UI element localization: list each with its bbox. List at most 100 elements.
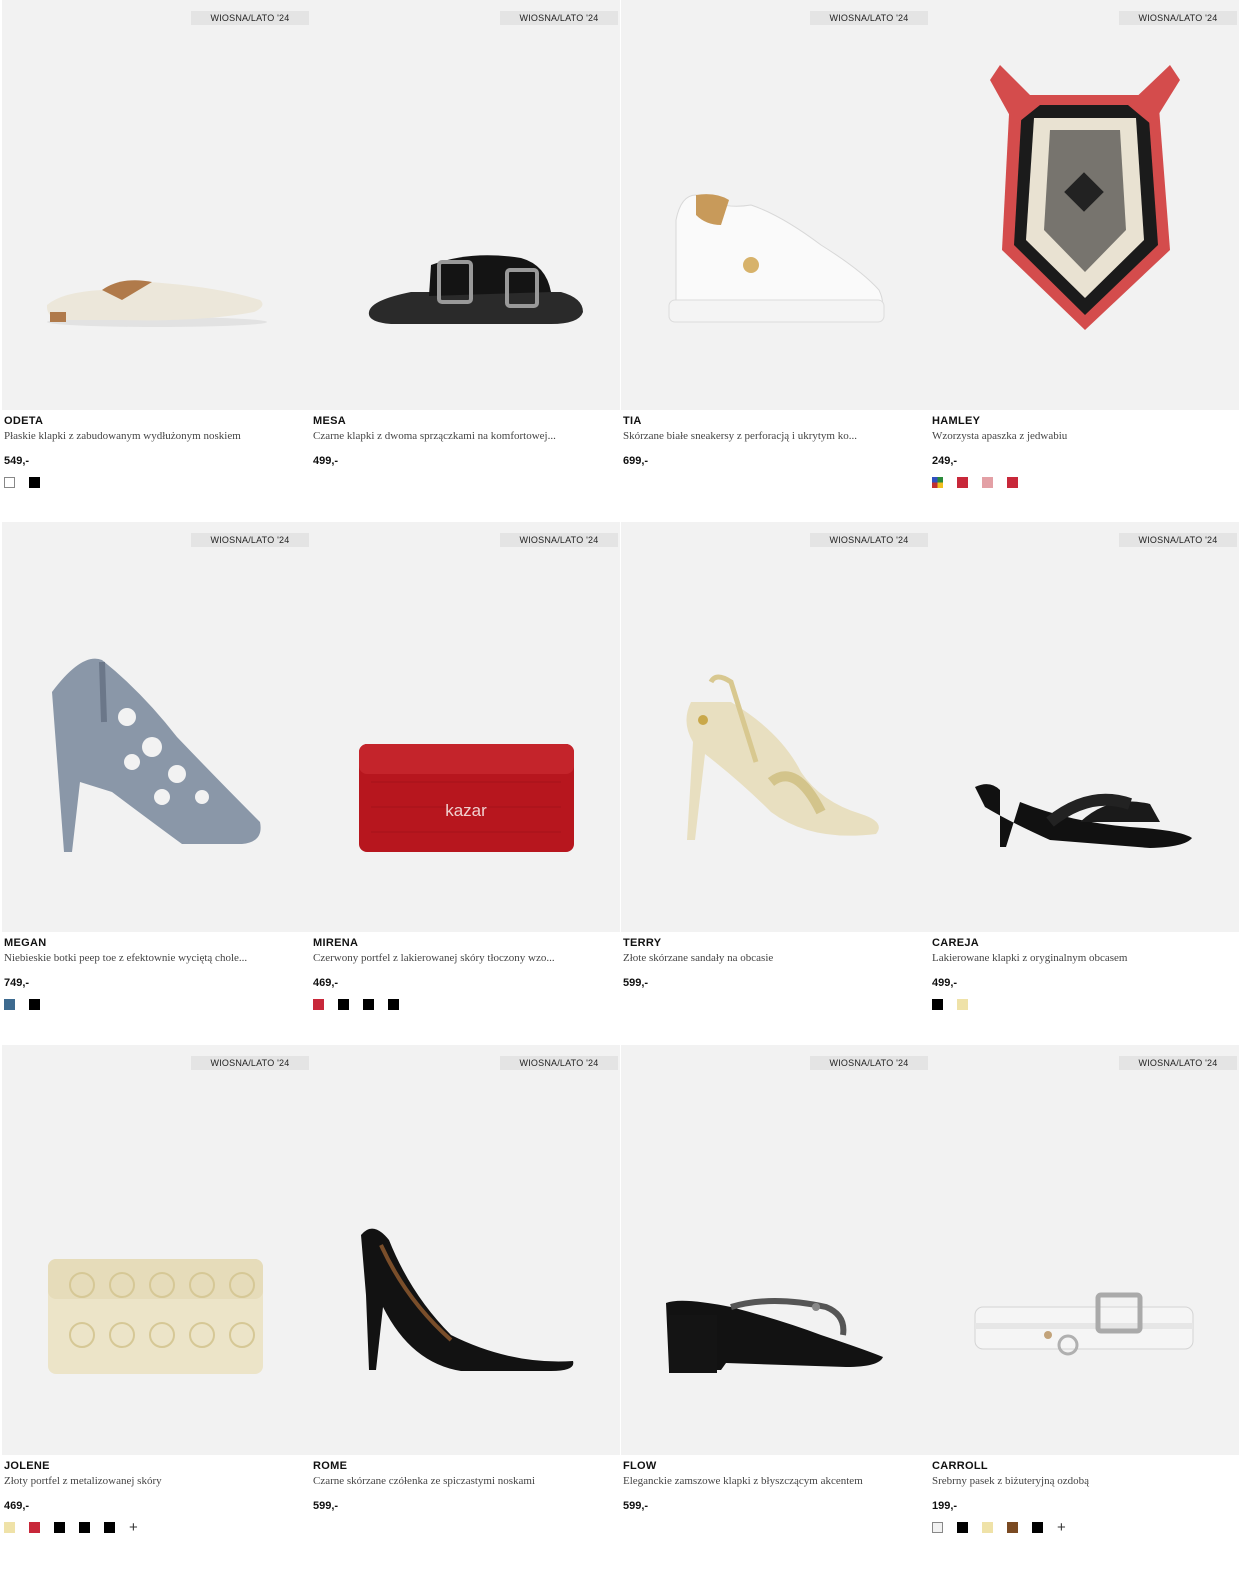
color-swatch[interactable] xyxy=(104,1522,115,1533)
product-image[interactable]: WIOSNA/LATO '24 xyxy=(621,1045,930,1455)
gold-wallet-icon xyxy=(2,1045,311,1455)
product-price: 469,- xyxy=(4,1500,30,1512)
product-name[interactable]: FLOW xyxy=(623,1460,657,1472)
product-name[interactable]: CAREJA xyxy=(932,937,979,949)
product-description[interactable]: Czarne klapki z dwoma sprzączkami na kom… xyxy=(313,430,609,442)
season-badge: WIOSNA/LATO '24 xyxy=(500,533,618,547)
product-description[interactable]: Czarne skórzane czółenka ze spiczastymi … xyxy=(313,1475,609,1487)
product-image[interactable]: WIOSNA/LATO '24 xyxy=(930,1045,1239,1455)
product-image[interactable]: WIOSNA/LATO '24 xyxy=(930,0,1239,410)
season-badge: WIOSNA/LATO '24 xyxy=(500,1056,618,1070)
product-image[interactable]: WIOSNA/LATO '24 xyxy=(311,1045,620,1455)
flat-mule-cream-icon xyxy=(2,0,311,410)
color-swatches xyxy=(932,477,1018,488)
product-image[interactable]: WIOSNA/LATO '24 xyxy=(2,0,311,410)
season-badge: WIOSNA/LATO '24 xyxy=(500,11,618,25)
color-swatch[interactable] xyxy=(1032,1522,1043,1533)
season-badge: WIOSNA/LATO '24 xyxy=(1119,11,1237,25)
color-swatch[interactable] xyxy=(29,1522,40,1533)
red-croc-wallet-icon: kazar xyxy=(311,522,620,932)
product-name[interactable]: MESA xyxy=(313,415,346,427)
color-swatch[interactable] xyxy=(957,1522,968,1533)
color-swatch[interactable] xyxy=(29,999,40,1010)
product-image[interactable]: WIOSNA/LATO '24 xyxy=(2,1045,311,1455)
black-double-buckle-slide-icon xyxy=(311,0,620,410)
product-description[interactable]: Złote skórzane sandały na obcasie xyxy=(623,952,919,964)
silver-belt-icon xyxy=(930,1045,1239,1455)
product-image[interactable]: kazar WIOSNA/LATO '24 xyxy=(311,522,620,932)
product-image[interactable]: WIOSNA/LATO '24 xyxy=(2,522,311,932)
color-swatch[interactable] xyxy=(79,1522,90,1533)
color-swatch[interactable] xyxy=(1007,1522,1018,1533)
color-swatch[interactable] xyxy=(982,1522,993,1533)
color-swatch[interactable] xyxy=(388,999,399,1010)
color-swatch[interactable] xyxy=(957,999,968,1010)
product-description[interactable]: Srebrny pasek z biżuteryjną ozdobą xyxy=(932,1475,1228,1487)
product-price: 499,- xyxy=(932,977,958,989)
color-swatch[interactable] xyxy=(932,477,943,488)
product-price: 549,- xyxy=(4,455,30,467)
product-price: 599,- xyxy=(623,1500,649,1512)
product-description[interactable]: Czerwony portfel z lakierowanej skóry tł… xyxy=(313,952,609,964)
color-swatch[interactable] xyxy=(29,477,40,488)
season-badge: WIOSNA/LATO '24 xyxy=(810,1056,928,1070)
product-price: 749,- xyxy=(4,977,30,989)
season-badge: WIOSNA/LATO '24 xyxy=(191,1056,309,1070)
product-name[interactable]: ODETA xyxy=(4,415,43,427)
color-swatches xyxy=(4,999,40,1010)
product-name[interactable]: JOLENE xyxy=(4,1460,50,1472)
color-swatch[interactable] xyxy=(4,477,15,488)
more-colors-icon[interactable]: + xyxy=(1057,1520,1066,1535)
season-badge: WIOSNA/LATO '24 xyxy=(191,533,309,547)
product-price: 699,- xyxy=(623,455,649,467)
color-swatch[interactable] xyxy=(4,999,15,1010)
color-swatch[interactable] xyxy=(1007,477,1018,488)
color-swatches: + xyxy=(932,1520,1066,1535)
color-swatch[interactable] xyxy=(982,477,993,488)
product-image[interactable]: WIOSNA/LATO '24 xyxy=(621,522,930,932)
gold-strappy-sandal-icon xyxy=(621,522,930,932)
kazar-logo: kazar xyxy=(445,801,487,820)
product-image[interactable]: WIOSNA/LATO '24 xyxy=(930,522,1239,932)
season-badge: WIOSNA/LATO '24 xyxy=(1119,1056,1237,1070)
product-name[interactable]: HAMLEY xyxy=(932,415,980,427)
season-badge: WIOSNA/LATO '24 xyxy=(810,533,928,547)
black-block-mule-icon xyxy=(621,1045,930,1455)
color-swatch[interactable] xyxy=(313,999,324,1010)
product-name[interactable]: CARROLL xyxy=(932,1460,988,1472)
silk-scarf-icon xyxy=(930,0,1239,410)
more-colors-icon[interactable]: + xyxy=(129,1520,138,1535)
product-description[interactable]: Wzorzysta apaszka z jedwabiu xyxy=(932,430,1228,442)
product-description[interactable]: Złoty portfel z metalizowanej skóry xyxy=(4,1475,300,1487)
product-price: 599,- xyxy=(623,977,649,989)
color-swatch[interactable] xyxy=(932,999,943,1010)
black-heel-mule-icon xyxy=(930,522,1239,932)
color-swatches xyxy=(4,477,40,488)
product-description[interactable]: Niebieskie botki peep toe z efektownie w… xyxy=(4,952,300,964)
color-swatches xyxy=(932,999,968,1010)
product-description[interactable]: Płaskie klapki z zabudowanym wydłużonym … xyxy=(4,430,300,442)
product-name[interactable]: TIA xyxy=(623,415,642,427)
black-pump-icon xyxy=(311,1045,620,1455)
product-name[interactable]: ROME xyxy=(313,1460,347,1472)
product-description[interactable]: Skórzane białe sneakersy z perforacją i … xyxy=(623,430,919,442)
color-swatch[interactable] xyxy=(338,999,349,1010)
season-badge: WIOSNA/LATO '24 xyxy=(1119,533,1237,547)
season-badge: WIOSNA/LATO '24 xyxy=(191,11,309,25)
product-name[interactable]: TERRY xyxy=(623,937,661,949)
color-swatch[interactable] xyxy=(932,1522,943,1533)
color-swatch[interactable] xyxy=(957,477,968,488)
color-swatch[interactable] xyxy=(363,999,374,1010)
product-name[interactable]: MEGAN xyxy=(4,937,46,949)
product-image[interactable]: WIOSNA/LATO '24 xyxy=(311,0,620,410)
color-swatches: + xyxy=(4,1520,138,1535)
product-image[interactable]: WIOSNA/LATO '24 xyxy=(621,0,930,410)
product-name[interactable]: MIRENA xyxy=(313,937,358,949)
product-description[interactable]: Eleganckie zamszowe klapki z błyszczącym… xyxy=(623,1475,919,1487)
blue-cutout-bootie-icon xyxy=(2,522,311,932)
color-swatch[interactable] xyxy=(4,1522,15,1533)
color-swatch[interactable] xyxy=(54,1522,65,1533)
product-description[interactable]: Lakierowane klapki z oryginalnym obcasem xyxy=(932,952,1228,964)
white-sneaker-icon xyxy=(621,0,930,410)
color-swatches xyxy=(313,999,399,1010)
